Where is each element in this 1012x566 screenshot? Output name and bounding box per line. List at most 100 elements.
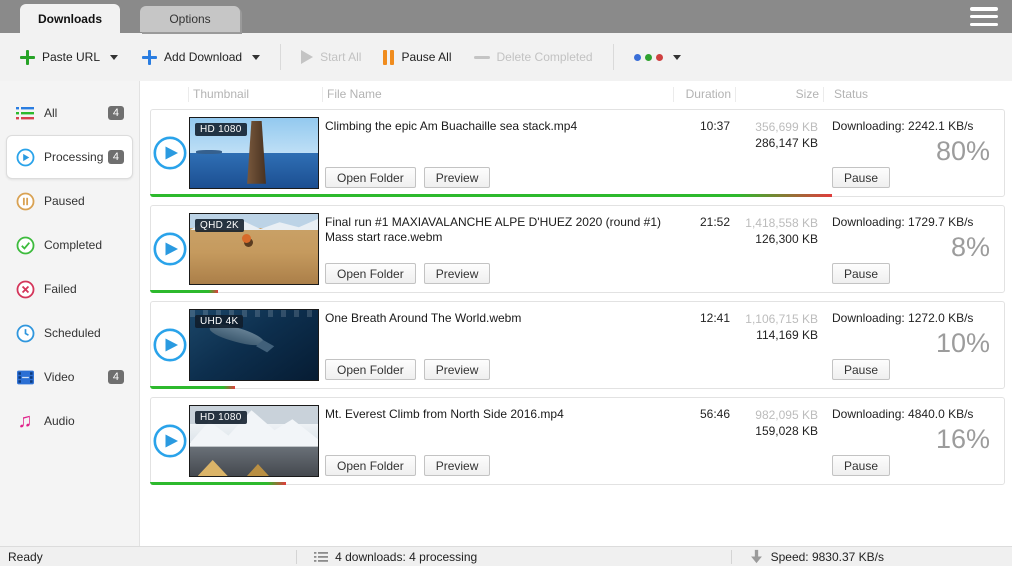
delete-completed-label: Delete Completed <box>497 50 593 64</box>
pause-all-label: Pause All <box>401 50 451 64</box>
size-downloaded: 126,300 KB <box>734 231 818 247</box>
file-name: Mt. Everest Climb from North Side 2016.m… <box>325 407 664 422</box>
column-thumbnail[interactable]: Thumbnail <box>188 87 322 102</box>
toolbar-separator <box>613 44 614 70</box>
progress-percent: 80% <box>936 136 990 167</box>
play-circle-icon <box>15 147 35 167</box>
add-download-button[interactable]: Add Download <box>134 44 268 71</box>
delete-completed-button[interactable]: Delete Completed <box>466 44 601 70</box>
tab-downloads[interactable]: Downloads <box>20 4 120 33</box>
size-cell: 1,106,715 KB 114,169 KB <box>734 302 822 388</box>
plus-icon <box>20 50 35 65</box>
size-downloaded: 114,169 KB <box>734 327 818 343</box>
sidebar-item-video[interactable]: Video 4 <box>6 355 133 399</box>
count-badge: 4 <box>108 370 124 384</box>
play-button[interactable] <box>153 424 187 458</box>
thumbnail-image[interactable]: QHD 2K <box>189 213 319 285</box>
thumbnail-image[interactable]: UHD 4K <box>189 309 319 381</box>
menu-icon[interactable] <box>970 7 998 26</box>
open-folder-button[interactable]: Open Folder <box>325 455 416 476</box>
sidebar-item-paused[interactable]: Paused <box>6 179 133 223</box>
progress-bar <box>150 482 286 485</box>
paste-url-button[interactable]: Paste URL <box>12 44 126 71</box>
colored-dots-icon <box>634 54 663 61</box>
list-icon <box>314 550 328 564</box>
chevron-down-icon[interactable] <box>673 55 681 60</box>
list-header: Thumbnail File Name Duration Size Status <box>150 81 1005 107</box>
download-row[interactable]: HD 1080 Climbing the epic Am Buachaille … <box>150 109 1005 197</box>
sidebar-item-label: Processing <box>44 150 103 164</box>
download-rows: HD 1080 Climbing the epic Am Buachaille … <box>150 109 1005 485</box>
quality-badge: QHD 2K <box>195 219 244 232</box>
column-size[interactable]: Size <box>735 87 823 102</box>
speed-indicator: Speed: 9830.37 KB/s <box>721 549 884 564</box>
size-cell: 1,418,558 KB 126,300 KB <box>734 206 822 292</box>
sidebar-item-label: Scheduled <box>44 326 101 340</box>
size-downloaded: 159,028 KB <box>734 423 818 439</box>
chevron-down-icon[interactable] <box>252 55 260 60</box>
progress-bar <box>150 194 832 197</box>
open-folder-button[interactable]: Open Folder <box>325 263 416 284</box>
dash-icon <box>474 56 490 59</box>
preview-button[interactable]: Preview <box>424 359 491 380</box>
size-cell: 356,699 KB 286,147 KB <box>734 110 822 196</box>
quality-badge: UHD 4K <box>195 315 243 328</box>
downloads-summary-label: 4 downloads: 4 processing <box>335 550 477 564</box>
pause-button[interactable]: Pause <box>832 455 890 476</box>
preview-button[interactable]: Preview <box>424 455 491 476</box>
preview-button[interactable]: Preview <box>424 167 491 188</box>
download-speed-status: Downloading: 4840.0 KB/s <box>832 407 992 421</box>
start-all-button[interactable]: Start All <box>293 44 369 70</box>
play-button[interactable] <box>153 232 187 266</box>
file-name: Final run #1 MAXIAVALANCHE ALPE D'HUEZ 2… <box>325 215 664 245</box>
open-folder-button[interactable]: Open Folder <box>325 359 416 380</box>
column-duration[interactable]: Duration <box>673 87 735 102</box>
column-file-name[interactable]: File Name <box>322 87 673 102</box>
tab-options[interactable]: Options <box>140 6 240 32</box>
sidebar-item-label: All <box>44 106 57 120</box>
open-folder-button[interactable]: Open Folder <box>325 167 416 188</box>
progress-bar <box>150 386 235 389</box>
plus-icon <box>142 50 157 65</box>
pause-circle-icon <box>15 191 35 211</box>
downloads-summary: 4 downloads: 4 processing <box>286 550 477 564</box>
sidebar-item-label: Completed <box>44 238 102 252</box>
pause-icon <box>383 50 394 65</box>
sidebar-item-scheduled[interactable]: Scheduled <box>6 311 133 355</box>
sidebar-item-completed[interactable]: Completed <box>6 223 133 267</box>
thumbnail-image[interactable]: HD 1080 <box>189 117 319 189</box>
sidebar-item-label: Video <box>44 370 74 384</box>
speed-label: Speed: 9830.37 KB/s <box>771 550 884 564</box>
sidebar-item-label: Audio <box>44 414 75 428</box>
status-bar: Ready 4 downloads: 4 processing Speed: 9… <box>0 546 1012 566</box>
quality-badge: HD 1080 <box>195 411 247 424</box>
pause-button[interactable]: Pause <box>832 359 890 380</box>
pause-button[interactable]: Pause <box>832 263 890 284</box>
pause-all-button[interactable]: Pause All <box>375 44 459 71</box>
download-row[interactable]: HD 1080 Mt. Everest Climb from North Sid… <box>150 397 1005 485</box>
more-options-button[interactable] <box>626 48 689 67</box>
duration-value: 12:41 <box>672 302 734 388</box>
toolbar: Paste URL Add Download Start All Pause A… <box>0 33 1012 81</box>
file-name: Climbing the epic Am Buachaille sea stac… <box>325 119 664 134</box>
size-total: 982,095 KB <box>734 407 818 423</box>
sidebar-list: All 4 Processing 4 Paused Completed Fail… <box>0 91 139 443</box>
duration-value: 10:37 <box>672 110 734 196</box>
pause-button[interactable]: Pause <box>832 167 890 188</box>
preview-button[interactable]: Preview <box>424 263 491 284</box>
play-button[interactable] <box>153 328 187 362</box>
thumbnail-image[interactable]: HD 1080 <box>189 405 319 477</box>
sidebar-item-audio[interactable]: ♫ Audio <box>6 399 133 443</box>
sidebar-item-processing[interactable]: Processing 4 <box>6 135 133 179</box>
sidebar-item-failed[interactable]: Failed <box>6 267 133 311</box>
download-speed-status: Downloading: 2242.1 KB/s <box>832 119 992 133</box>
sidebar-item-all[interactable]: All 4 <box>6 91 133 135</box>
size-cell: 982,095 KB 159,028 KB <box>734 398 822 484</box>
sidebar-item-label: Failed <box>44 282 77 296</box>
chevron-down-icon[interactable] <box>110 55 118 60</box>
column-status[interactable]: Status <box>823 87 1005 102</box>
check-circle-icon <box>15 235 35 255</box>
download-row[interactable]: UHD 4K One Breath Around The World.webm … <box>150 301 1005 389</box>
download-row[interactable]: QHD 2K Final run #1 MAXIAVALANCHE ALPE D… <box>150 205 1005 293</box>
play-button[interactable] <box>153 136 187 170</box>
